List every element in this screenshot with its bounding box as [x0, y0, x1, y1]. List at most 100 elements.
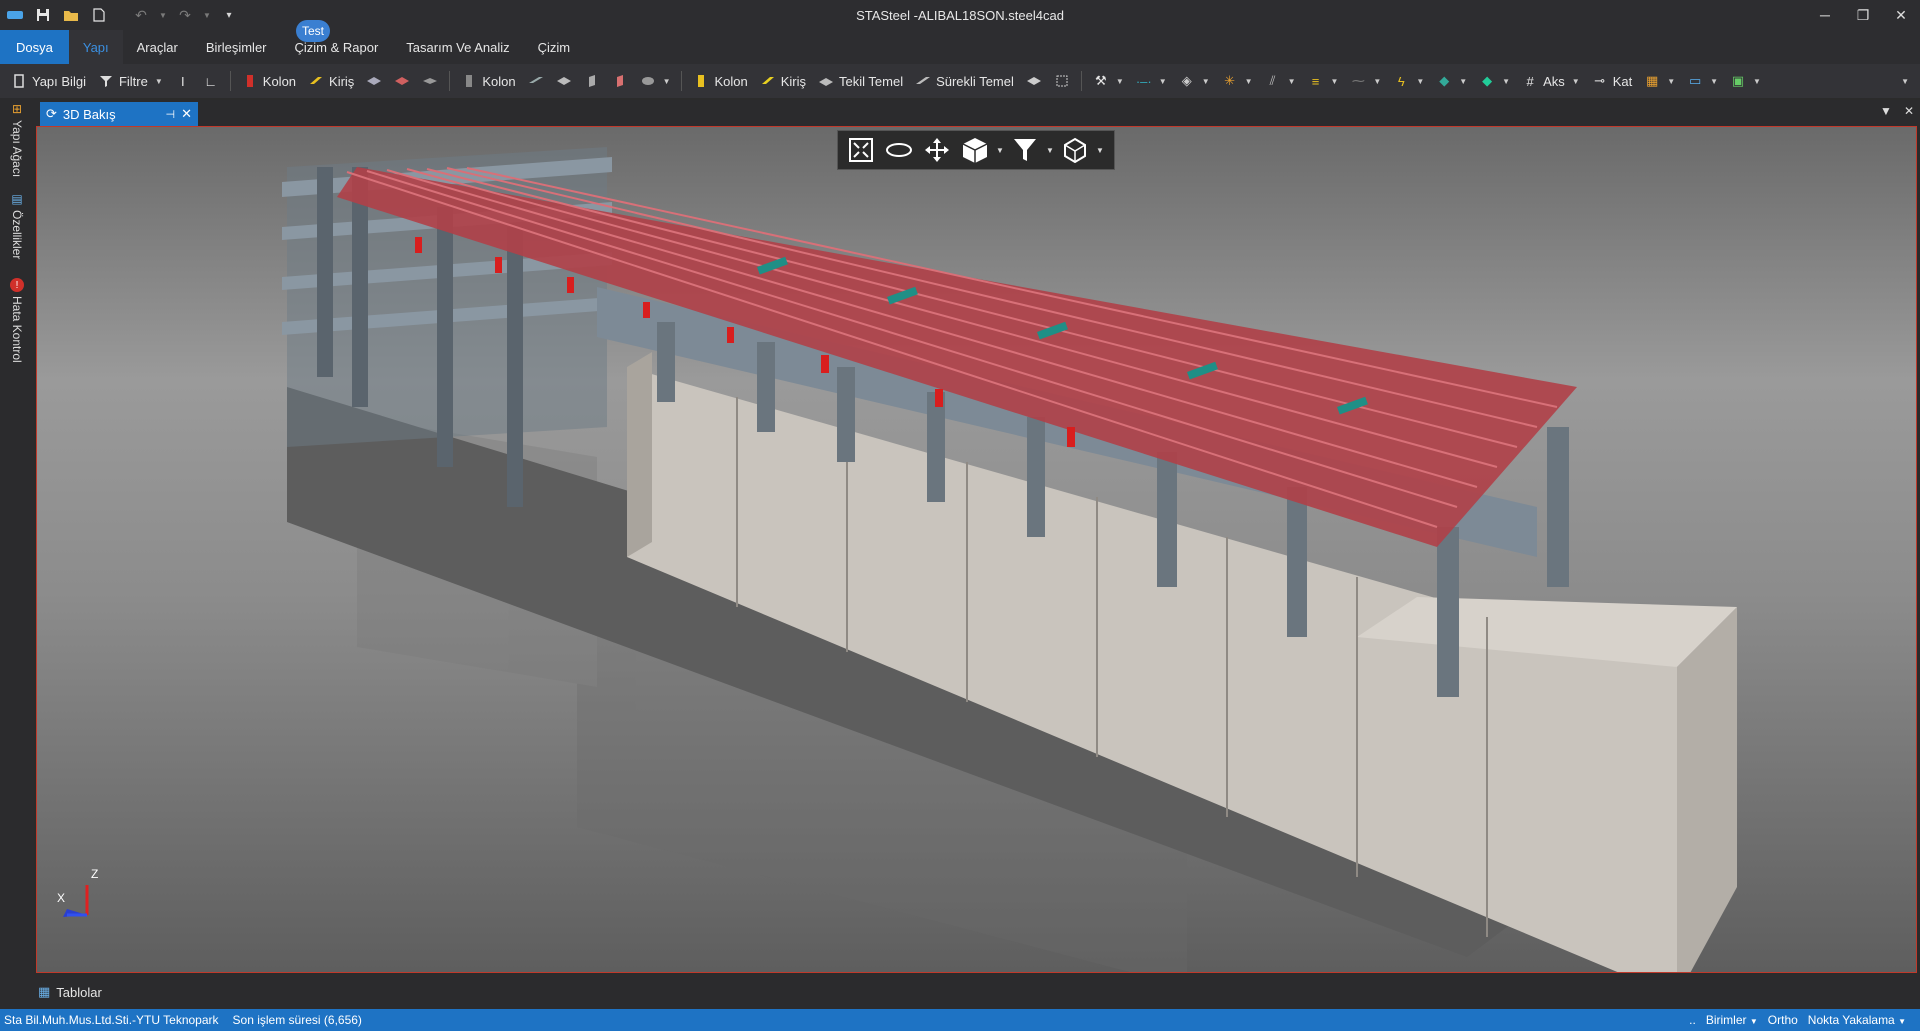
- structure-toolbar: Yapı Bilgi Filtre ▼ I ∟ Kolon Kiriş Kolo…: [0, 64, 1920, 98]
- chevron-down-icon: ▼: [1330, 76, 1339, 86]
- shape-dropdown-button[interactable]: ▼: [635, 68, 676, 94]
- plate-button[interactable]: [551, 68, 577, 94]
- view-cube-icon[interactable]: [958, 134, 992, 166]
- new-file-icon[interactable]: [88, 4, 110, 26]
- angle-button[interactable]: ∟: [198, 68, 224, 94]
- tablolar-tab[interactable]: Tablolar: [56, 985, 102, 1000]
- rc-kiris-label: Kiriş: [780, 73, 807, 89]
- ortho-toggle[interactable]: Ortho: [1768, 1013, 1798, 1027]
- rc-kolon-label: Kolon: [714, 73, 748, 89]
- steel-kolon-button[interactable]: Kolon: [237, 68, 301, 94]
- aks-button[interactable]: # Aks ▼: [1517, 68, 1585, 94]
- pin-icon[interactable]: ⊣: [166, 108, 176, 121]
- chevron-down-icon: ▼: [1244, 76, 1253, 86]
- red-slab-button[interactable]: [389, 68, 415, 94]
- stairs-dropdown-button[interactable]: ⫽ ▼: [1260, 68, 1301, 94]
- export-dropdown-button[interactable]: ▣ ▼: [1725, 68, 1766, 94]
- yellow-beam-icon: [308, 73, 324, 89]
- app-menu-icon[interactable]: [4, 4, 26, 26]
- mesh-dropdown-button[interactable]: ◆ ▼: [1474, 68, 1515, 94]
- units-dropdown[interactable]: Birimler ▼: [1706, 1013, 1758, 1027]
- chevron-down-icon[interactable]: ▼: [1046, 146, 1054, 155]
- menu-tasarim-analiz[interactable]: Tasarım Ve Analiz: [392, 30, 523, 64]
- pan-icon[interactable]: [920, 134, 954, 166]
- filtre-button[interactable]: Filtre ▼: [93, 68, 168, 94]
- slab-button[interactable]: [361, 68, 387, 94]
- filter-icon[interactable]: [1008, 134, 1042, 166]
- open-folder-icon[interactable]: [60, 4, 82, 26]
- hatch-dropdown-button[interactable]: ≡ ▼: [1302, 68, 1343, 94]
- flat-slab-button[interactable]: [417, 68, 443, 94]
- points-dropdown-button[interactable]: ·–· ▼: [1131, 68, 1172, 94]
- chevron-down-icon: ▼: [1502, 76, 1511, 86]
- area-icon: ◆: [1439, 73, 1450, 88]
- steel-kiris-button[interactable]: Kiriş: [303, 68, 359, 94]
- save-icon[interactable]: [32, 4, 54, 26]
- slab-icon: [366, 73, 382, 89]
- redo-dropdown-icon[interactable]: ▼: [202, 4, 212, 26]
- chevron-down-icon: ▼: [154, 76, 163, 86]
- tools-dropdown-button[interactable]: ⚒ ▼: [1088, 68, 1129, 94]
- dock-tab-yapi-agaci[interactable]: ⊞ Yapı Ağacı: [6, 102, 28, 177]
- building-model-render[interactable]: [37, 127, 1917, 973]
- close-icon[interactable]: ✕: [1882, 0, 1920, 30]
- rc-kolon-button[interactable]: Kolon: [688, 68, 752, 94]
- export-icon: ▣: [1731, 73, 1745, 88]
- status-overflow[interactable]: ..: [1689, 1013, 1696, 1027]
- grid-dropdown-button[interactable]: ✳ ▼: [1217, 68, 1258, 94]
- projection-icon[interactable]: [1058, 134, 1092, 166]
- orbit-icon[interactable]: [882, 134, 916, 166]
- menu-file[interactable]: Dosya: [0, 30, 69, 64]
- tekil-temel-label: Tekil Temel: [839, 73, 904, 89]
- menu-yapi[interactable]: Yapı: [68, 30, 123, 64]
- red-panel-button[interactable]: [607, 68, 633, 94]
- menu-araclar[interactable]: Araçlar: [123, 30, 192, 64]
- minimize-icon[interactable]: ─: [1806, 0, 1844, 30]
- left-dock-panel: ⊞ Yapı Ağacı ▤ Özellikler ! Hata Kontrol: [0, 98, 34, 1011]
- load-dropdown-button[interactable]: ϟ ▼: [1388, 68, 1429, 94]
- restore-icon[interactable]: ❐: [1844, 0, 1882, 30]
- area-dropdown-button[interactable]: ◆ ▼: [1431, 68, 1472, 94]
- selection-box-icon: [1054, 73, 1070, 89]
- chevron-down-icon: ▼: [1667, 76, 1676, 86]
- menu-birlesimler[interactable]: Birleşimler: [192, 30, 281, 64]
- yapi-bilgi-button[interactable]: Yapı Bilgi: [6, 68, 91, 94]
- layer-dropdown-button[interactable]: ◈ ▼: [1174, 68, 1215, 94]
- window-controls: ─ ❐ ✕: [1806, 0, 1920, 30]
- window-dropdown-button[interactable]: ▭ ▼: [1682, 68, 1723, 94]
- selection-box-button[interactable]: [1049, 68, 1075, 94]
- dock-tab-ozellikler[interactable]: ▤ Özellikler: [6, 192, 28, 259]
- test-badge: Test: [296, 20, 331, 42]
- tab-list-icon[interactable]: ▼: [1880, 104, 1892, 118]
- customize-icon[interactable]: ▾: [218, 4, 240, 26]
- concrete-kolon-button[interactable]: Kolon: [456, 68, 520, 94]
- points-icon: ·–·: [1135, 73, 1152, 89]
- chevron-down-icon[interactable]: ▼: [1096, 146, 1104, 155]
- undo-icon[interactable]: ↶: [130, 4, 152, 26]
- zoom-extents-icon[interactable]: [844, 134, 878, 166]
- wall-button[interactable]: [523, 68, 549, 94]
- tekil-temel-button[interactable]: Tekil Temel: [813, 68, 908, 94]
- mat-foundation-button[interactable]: [1021, 68, 1047, 94]
- dock-tab-hata-kontrol[interactable]: ! Hata Kontrol: [6, 278, 28, 363]
- undo-dropdown-icon[interactable]: ▼: [158, 4, 168, 26]
- menu-cizim[interactable]: Çizim: [524, 30, 585, 64]
- close-tab-icon[interactable]: ✕: [181, 106, 192, 122]
- strip-footing-icon: [915, 73, 931, 89]
- chevron-down-icon[interactable]: ▼: [996, 146, 1004, 155]
- aks-label: Aks: [1543, 73, 1565, 89]
- line-dropdown-button[interactable]: ⁓ ▼: [1345, 68, 1386, 94]
- rc-kiris-button[interactable]: Kiriş: [755, 68, 811, 94]
- panel-icon: [584, 73, 600, 89]
- kat-button[interactable]: ⊸ Kat: [1587, 68, 1638, 94]
- 3d-viewport[interactable]: ▼ ▼ ▼ Z X: [36, 126, 1917, 973]
- snap-dropdown[interactable]: Nokta Yakalama ▼: [1808, 1013, 1906, 1027]
- close-document-icon[interactable]: ✕: [1904, 104, 1914, 118]
- surekli-temel-button[interactable]: Sürekli Temel: [910, 68, 1019, 94]
- dimension-button[interactable]: I: [170, 68, 196, 94]
- toolbar-overflow-button[interactable]: ▼: [1894, 68, 1914, 94]
- panel-button[interactable]: [579, 68, 605, 94]
- table-dropdown-button[interactable]: ▦ ▼: [1639, 68, 1680, 94]
- redo-icon[interactable]: ↷: [174, 4, 196, 26]
- tab-3d-bakis[interactable]: ⟳ 3D Bakış ⊣ ✕: [40, 102, 198, 126]
